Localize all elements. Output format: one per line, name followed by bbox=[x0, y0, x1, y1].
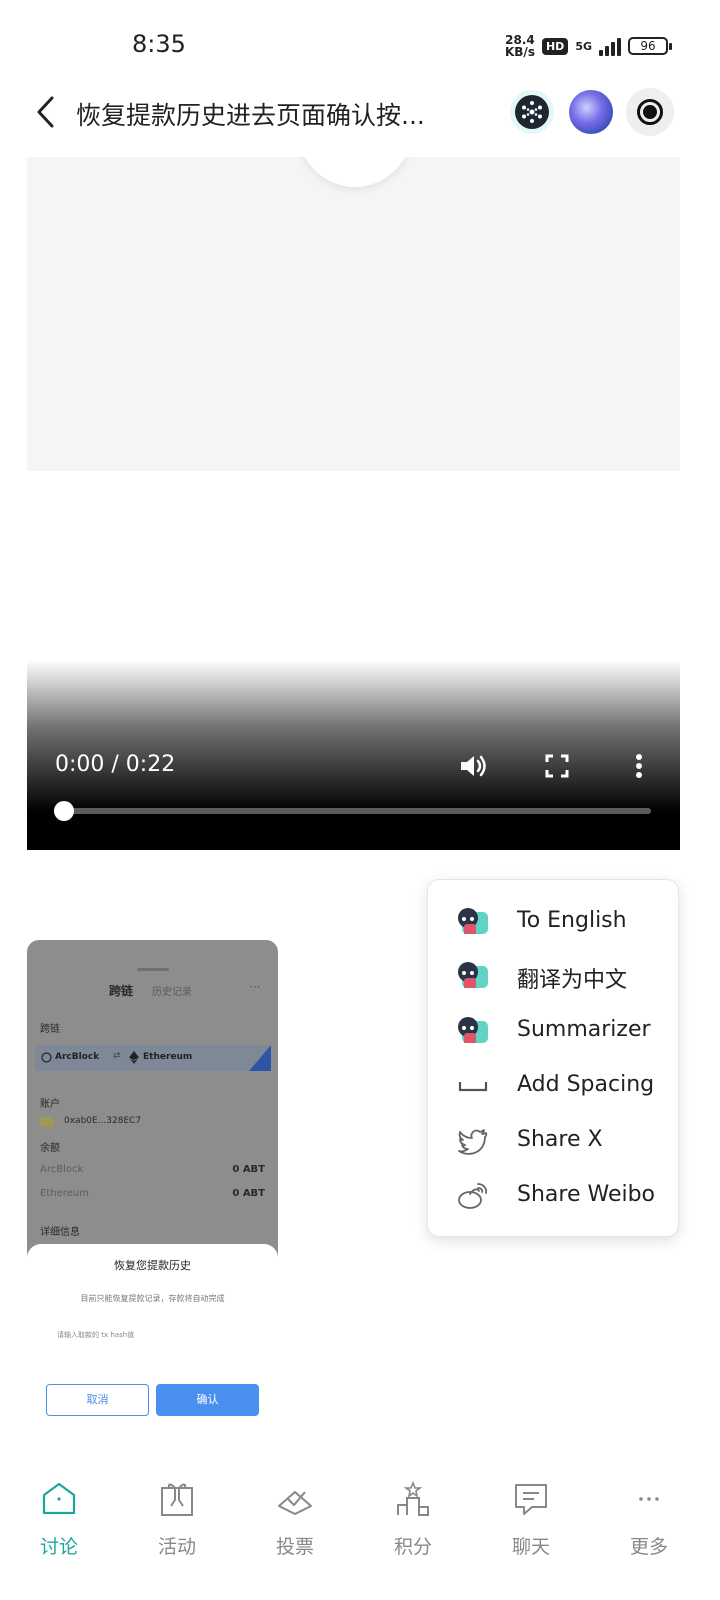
menu-item-label: Share X bbox=[517, 1127, 603, 1152]
screenshot-background: 跨链 历史记录 ··· 跨链 ArcBlock ⇄ Ethereum 账户 0x… bbox=[27, 940, 278, 1265]
dialog-description: 目前只能恢复提款记录，存款将自动完成 bbox=[80, 1294, 225, 1303]
robot-icon bbox=[456, 960, 490, 992]
menu-item-label: 翻译为中文 bbox=[517, 968, 628, 993]
menu-item-add-spacing[interactable]: Add Spacing bbox=[428, 1060, 680, 1110]
twitter-icon bbox=[458, 1129, 488, 1155]
gift-icon bbox=[161, 1483, 193, 1516]
menu-item-label: Summarizer bbox=[517, 1017, 651, 1042]
vote-icon bbox=[278, 1491, 312, 1515]
status-time: 8:35 bbox=[132, 30, 186, 58]
fullscreen-icon[interactable] bbox=[541, 750, 573, 782]
chain-to: Ethereum bbox=[143, 1052, 193, 1062]
status-indicators: 28.4 KB/s HD 5G 96 bbox=[505, 34, 672, 58]
chain-from: ArcBlock bbox=[55, 1052, 100, 1062]
balance-row: ArcBlock 0 ABT bbox=[40, 1164, 265, 1175]
more-icon bbox=[639, 1497, 659, 1501]
record-icon[interactable] bbox=[626, 88, 674, 136]
cancel-button: 取消 bbox=[46, 1384, 149, 1416]
nav-item-more[interactable]: 更多 bbox=[590, 1470, 708, 1570]
nav-label: 积分 bbox=[393, 1536, 432, 1558]
menu-item-label: To English bbox=[517, 908, 627, 933]
tx-hash-input: 请输入取款的 tx hash值 bbox=[57, 1331, 135, 1339]
swap-icon: ⇄ bbox=[113, 1051, 121, 1061]
video-content-shape bbox=[297, 157, 413, 187]
balance-value: 0 ABT bbox=[232, 1188, 265, 1199]
balance-row: Ethereum 0 ABT bbox=[40, 1188, 265, 1199]
menu-item-translate-chinese[interactable]: 翻译为中文 bbox=[428, 950, 680, 1000]
signal-icon bbox=[599, 36, 621, 56]
weibo-icon bbox=[458, 1183, 488, 1209]
bottom-nav: 讨论 活动 投票 积分 聊天 更多 bbox=[0, 1470, 720, 1600]
back-arrow-icon[interactable] bbox=[30, 94, 66, 130]
nav-item-points[interactable]: 积分 bbox=[354, 1470, 472, 1570]
section-details-label: 详细信息 bbox=[40, 1227, 80, 1238]
menu-item-label: Share Weibo bbox=[517, 1182, 656, 1207]
selected-corner bbox=[249, 1045, 271, 1071]
menu-item-share-x[interactable]: Share X bbox=[428, 1115, 680, 1165]
podium-icon bbox=[397, 1480, 429, 1516]
arcblock-app-icon[interactable] bbox=[510, 90, 554, 134]
restore-dialog: 恢复您提款历史 目前只能恢复提款记录，存款将自动完成 请输入取款的 tx has… bbox=[27, 1244, 278, 1430]
drag-handle bbox=[137, 968, 169, 971]
section-account-label: 账户 bbox=[40, 1099, 60, 1110]
network-type: 5G bbox=[575, 39, 592, 53]
tab-cross-chain: 跨链 bbox=[109, 984, 134, 998]
chain-selector: ArcBlock ⇄ Ethereum bbox=[35, 1045, 271, 1071]
nav-label: 投票 bbox=[275, 1536, 314, 1558]
nav-item-chat[interactable]: 聊天 bbox=[472, 1470, 590, 1570]
more-icon: ··· bbox=[249, 980, 261, 994]
dialog-title: 恢复您提款历史 bbox=[114, 1259, 191, 1272]
wallet-icon bbox=[40, 1117, 54, 1127]
chat-icon bbox=[515, 1484, 547, 1515]
app-screen: 8:35 28.4 KB/s HD 5G 96 恢复提款历史进去页面确认按... bbox=[0, 0, 720, 1600]
video-progress-track[interactable] bbox=[57, 808, 651, 814]
menu-item-to-english[interactable]: To English bbox=[428, 896, 680, 946]
video-time: 0:00 / 0:22 bbox=[55, 752, 176, 777]
ethereum-icon bbox=[129, 1051, 139, 1064]
account-address: 0xab0E...328EC7 bbox=[64, 1116, 142, 1126]
robot-icon bbox=[456, 1015, 490, 1047]
menu-item-label: Add Spacing bbox=[517, 1072, 655, 1097]
nav-item-vote[interactable]: 投票 bbox=[236, 1470, 354, 1570]
nav-item-activity[interactable]: 活动 bbox=[118, 1470, 236, 1570]
nav-label: 聊天 bbox=[511, 1536, 550, 1558]
nav-label: 活动 bbox=[157, 1536, 196, 1558]
menu-item-summarizer[interactable]: Summarizer bbox=[428, 1005, 680, 1055]
hd-badge: HD bbox=[541, 37, 569, 55]
robot-icon bbox=[456, 906, 490, 938]
video-progress-thumb[interactable] bbox=[54, 801, 74, 821]
nav-label: 讨论 bbox=[39, 1536, 78, 1558]
nav-label: 更多 bbox=[629, 1536, 668, 1558]
page-title: 恢复提款历史进去页面确认按... bbox=[76, 101, 425, 130]
menu-item-share-weibo[interactable]: Share Weibo bbox=[428, 1170, 680, 1220]
volume-icon[interactable] bbox=[457, 750, 489, 782]
home-icon bbox=[42, 1482, 76, 1515]
arcblock-icon bbox=[41, 1052, 52, 1063]
app-header: 恢复提款历史进去页面确认按... bbox=[0, 80, 720, 152]
status-bar: 8:35 28.4 KB/s HD 5G 96 bbox=[0, 0, 720, 76]
more-vertical-icon[interactable] bbox=[623, 750, 655, 782]
section-balance-label: 余额 bbox=[40, 1143, 60, 1154]
network-speed: 28.4 KB/s bbox=[505, 34, 535, 58]
embedded-screenshot[interactable]: 跨链 历史记录 ··· 跨链 ArcBlock ⇄ Ethereum 账户 0x… bbox=[27, 940, 278, 1430]
balance-name: Ethereum bbox=[40, 1188, 89, 1199]
balance-name: ArcBlock bbox=[40, 1164, 84, 1175]
tab-history: 历史记录 bbox=[152, 987, 192, 998]
section-chain-label: 跨链 bbox=[40, 1024, 60, 1035]
context-menu: To English 翻译为中文 Summarizer Add Spacing … bbox=[427, 879, 679, 1237]
balance-value: 0 ABT bbox=[232, 1164, 265, 1175]
video-controls: 0:00 / 0:22 bbox=[27, 660, 680, 850]
battery-icon: 96 bbox=[628, 37, 672, 55]
confirm-button: 确认 bbox=[156, 1384, 259, 1416]
video-content-area[interactable] bbox=[27, 157, 680, 471]
network-speed-unit: KB/s bbox=[504, 45, 535, 59]
nav-item-discuss[interactable]: 讨论 bbox=[0, 1470, 118, 1570]
spacing-icon bbox=[458, 1082, 488, 1092]
orb-app-icon[interactable] bbox=[569, 90, 613, 134]
